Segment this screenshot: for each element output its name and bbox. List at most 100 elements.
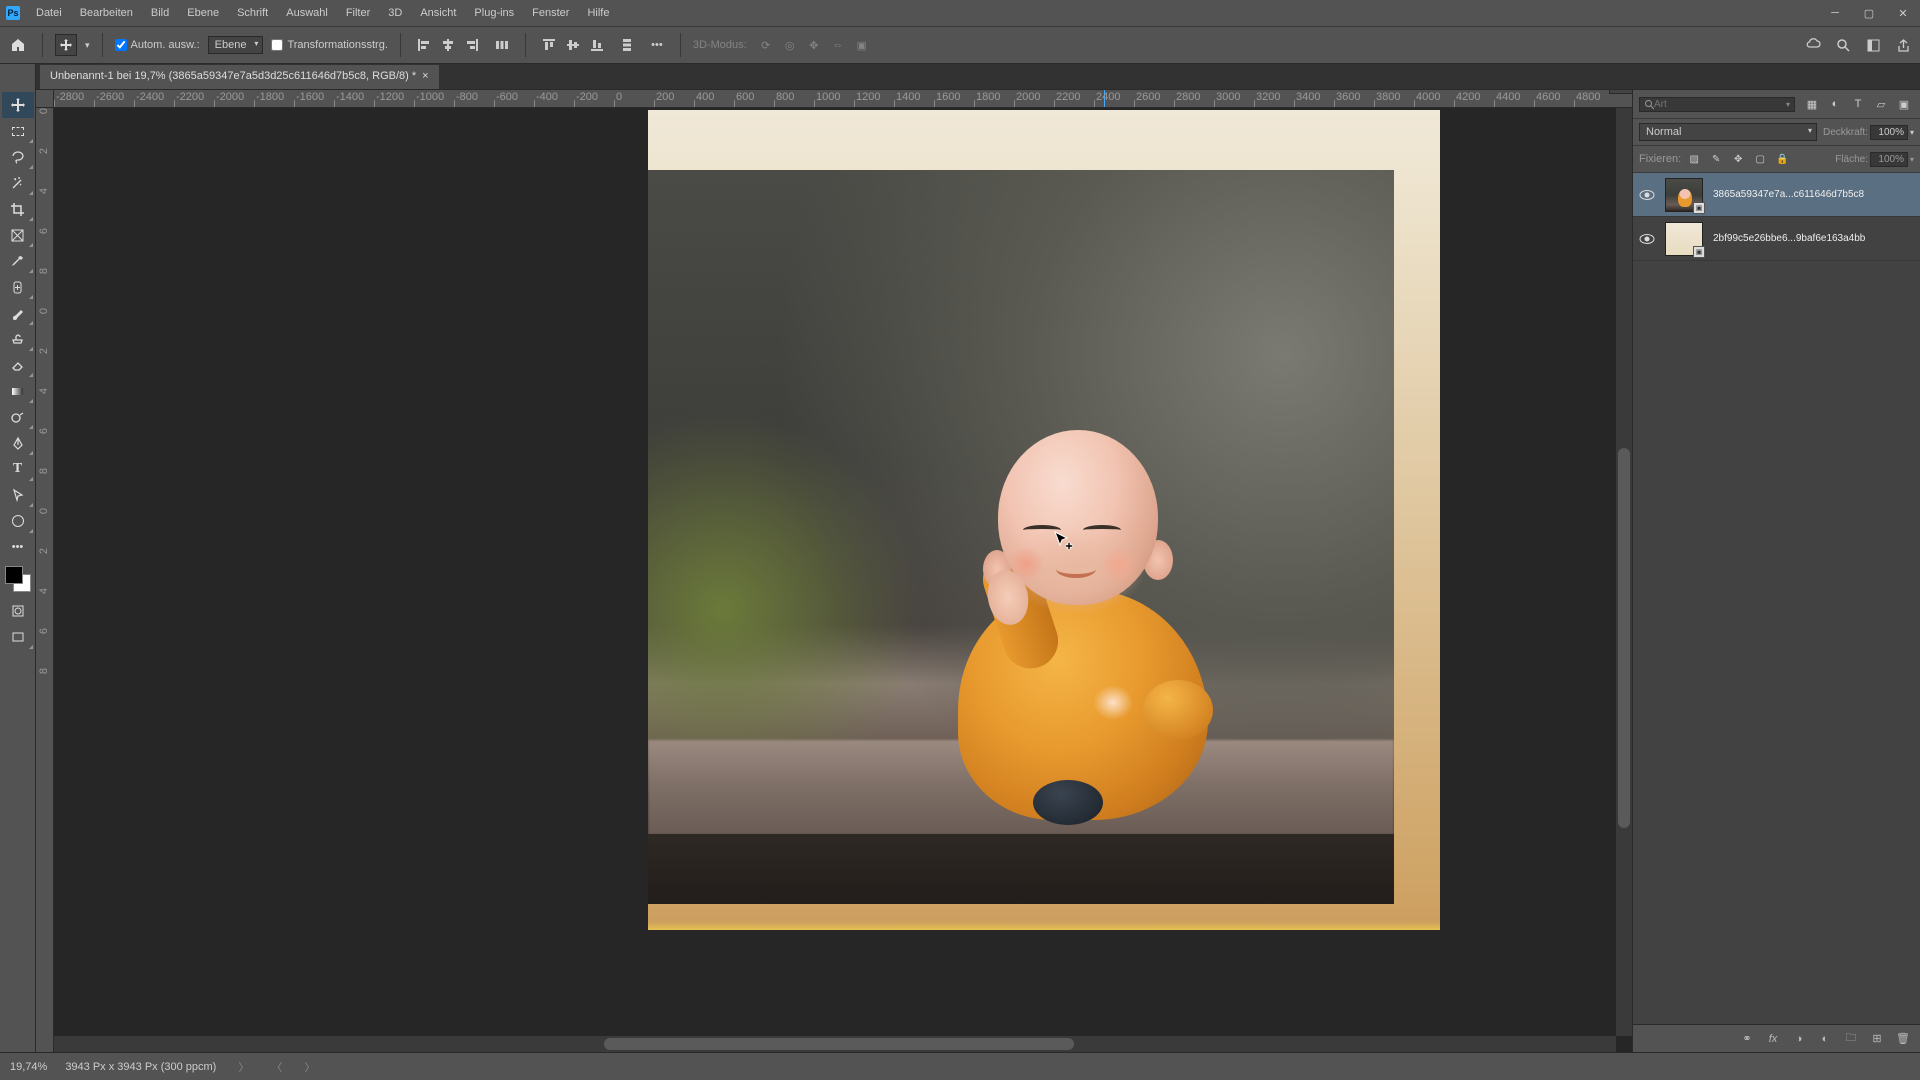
align-left-button[interactable] xyxy=(413,34,435,56)
scrollbar-thumb[interactable] xyxy=(604,1038,1074,1050)
distribute-h-button[interactable] xyxy=(491,34,513,56)
opacity-value[interactable]: 100% xyxy=(1870,125,1908,140)
new-layer-button[interactable]: ⊞ xyxy=(1866,1028,1888,1050)
edit-toolbar-tool[interactable]: ••• xyxy=(2,534,34,560)
menu-ansicht[interactable]: Ansicht xyxy=(412,3,464,23)
layer-visibility-toggle[interactable] xyxy=(1633,233,1661,245)
lock-position-button[interactable]: ✥ xyxy=(1729,150,1747,168)
marquee-tool[interactable] xyxy=(2,118,34,144)
scrollbar-horizontal[interactable] xyxy=(54,1036,1616,1052)
scrollbar-vertical[interactable] xyxy=(1616,108,1632,1036)
close-button[interactable]: ✕ xyxy=(1886,0,1920,26)
eraser-tool[interactable] xyxy=(2,352,34,378)
filter-shape-button[interactable]: ▱ xyxy=(1871,94,1891,114)
document-tab[interactable]: Unbenannt-1 bei 19,7% (3865a59347e7a5d3d… xyxy=(40,65,439,89)
search-button[interactable] xyxy=(1832,34,1854,56)
auto-select-checkbox[interactable]: Autom. ausw.: xyxy=(115,39,200,51)
layer-thumbnail[interactable]: ▣ xyxy=(1665,178,1703,212)
menu-bearbeiten[interactable]: Bearbeiten xyxy=(72,3,141,23)
filter-type-button[interactable]: T xyxy=(1848,94,1868,114)
status-prev-button[interactable]: 〈 xyxy=(271,1059,282,1075)
share-button[interactable] xyxy=(1892,34,1914,56)
layer-image-top[interactable] xyxy=(648,170,1394,904)
layer-mask-button[interactable]: ◑ xyxy=(1788,1028,1810,1050)
transform-controls-checkbox[interactable]: Transformationsstrg. xyxy=(271,39,387,51)
align-right-button[interactable] xyxy=(461,34,483,56)
magic-wand-tool[interactable] xyxy=(2,170,34,196)
auto-select-target-dropdown[interactable]: Ebene xyxy=(208,36,264,54)
delete-layer-button[interactable]: 🗑 xyxy=(1892,1028,1914,1050)
distribute-v-button[interactable] xyxy=(616,34,638,56)
layer-visibility-toggle[interactable] xyxy=(1633,189,1661,201)
lock-pixels-button[interactable]: ✎ xyxy=(1707,150,1725,168)
type-tool[interactable]: T xyxy=(2,456,34,482)
color-swatches[interactable] xyxy=(5,566,31,592)
menu-datei[interactable]: Datei xyxy=(28,3,70,23)
layer-group-button[interactable]: 🗀 xyxy=(1840,1028,1862,1050)
filter-pixel-button[interactable]: ▦ xyxy=(1802,94,1822,114)
layer-name[interactable]: 3865a59347e7a...c611646d7b5c8 xyxy=(1713,189,1914,200)
document-tab-close[interactable]: × xyxy=(422,70,428,82)
path-selection-tool[interactable] xyxy=(2,482,34,508)
minimize-button[interactable]: ─ xyxy=(1818,0,1852,26)
align-top-button[interactable] xyxy=(538,34,560,56)
brush-tool[interactable] xyxy=(2,300,34,326)
layer-row[interactable]: ▣ 2bf99c5e26bbe6...9baf6e163a4bb xyxy=(1633,217,1920,261)
link-layers-button[interactable]: ⚭ xyxy=(1736,1028,1758,1050)
menu-auswahl[interactable]: Auswahl xyxy=(278,3,336,23)
doc-dimensions[interactable]: 3943 Px x 3943 Px (300 ppcm) xyxy=(65,1061,216,1073)
tool-preset-move[interactable] xyxy=(55,34,77,56)
align-hcenter-button[interactable] xyxy=(437,34,459,56)
chevron-down-icon[interactable]: ▾ xyxy=(1786,100,1790,109)
chevron-down-icon[interactable]: ▾ xyxy=(1910,155,1914,164)
pen-tool[interactable] xyxy=(2,430,34,456)
filter-adjust-button[interactable]: ◐ xyxy=(1825,94,1845,114)
align-more-button[interactable]: ••• xyxy=(646,34,668,56)
maximize-button[interactable]: ▢ xyxy=(1852,0,1886,26)
lasso-tool[interactable] xyxy=(2,144,34,170)
layer-thumbnail[interactable]: ▣ xyxy=(1665,222,1703,256)
align-vcenter-button[interactable] xyxy=(562,34,584,56)
scrollbar-thumb[interactable] xyxy=(1618,448,1630,828)
eyedropper-tool[interactable] xyxy=(2,248,34,274)
chevron-down-icon[interactable]: ▾ xyxy=(1910,128,1914,137)
adjustment-layer-button[interactable]: ◐ xyxy=(1814,1028,1836,1050)
auto-select-input[interactable] xyxy=(115,39,127,51)
shape-tool[interactable] xyxy=(2,508,34,534)
layer-row[interactable]: ▣ 3865a59347e7a...c611646d7b5c8 xyxy=(1633,173,1920,217)
layer-search[interactable]: ▾ xyxy=(1639,97,1795,112)
gradient-tool[interactable] xyxy=(2,378,34,404)
frame-tool[interactable] xyxy=(2,222,34,248)
quick-mask-tool[interactable] xyxy=(2,598,34,624)
menu-ebene[interactable]: Ebene xyxy=(179,3,227,23)
workspace-button[interactable] xyxy=(1862,34,1884,56)
crop-tool[interactable] xyxy=(2,196,34,222)
blend-mode-dropdown[interactable]: Normal xyxy=(1639,123,1817,141)
dodge-tool[interactable] xyxy=(2,404,34,430)
zoom-level[interactable]: 19,74% xyxy=(10,1061,47,1073)
cloud-docs-button[interactable] xyxy=(1802,34,1824,56)
move-tool[interactable] xyxy=(2,92,34,118)
ruler-horizontal[interactable]: -2800-2600-2400-2200-2000-1800-1600-1400… xyxy=(54,90,1632,108)
menu-bild[interactable]: Bild xyxy=(143,3,177,23)
layer-search-input[interactable] xyxy=(1654,99,1786,110)
menu-schrift[interactable]: Schrift xyxy=(229,3,276,23)
menu-3d[interactable]: 3D xyxy=(380,3,410,23)
healing-brush-tool[interactable] xyxy=(2,274,34,300)
ruler-vertical[interactable]: 024680246802468 xyxy=(36,108,54,1052)
chevron-down-icon[interactable]: ▾ xyxy=(85,40,90,51)
lock-transparency-button[interactable]: ▨ xyxy=(1685,150,1703,168)
screen-mode-tool[interactable] xyxy=(2,624,34,650)
menu-plugins[interactable]: Plug-ins xyxy=(466,3,522,23)
lock-artboard-button[interactable]: ▢ xyxy=(1751,150,1769,168)
clone-stamp-tool[interactable] xyxy=(2,326,34,352)
menu-fenster[interactable]: Fenster xyxy=(524,3,577,23)
fill-value[interactable]: 100% xyxy=(1870,152,1908,167)
document-canvas[interactable] xyxy=(648,110,1440,930)
lock-all-button[interactable]: 🔒 xyxy=(1773,150,1791,168)
layer-name[interactable]: 2bf99c5e26bbe6...9baf6e163a4bb xyxy=(1713,233,1914,244)
menu-hilfe[interactable]: Hilfe xyxy=(579,3,617,23)
align-bottom-button[interactable] xyxy=(586,34,608,56)
status-more-button[interactable]: 〉 xyxy=(238,1059,249,1075)
menu-filter[interactable]: Filter xyxy=(338,3,378,23)
